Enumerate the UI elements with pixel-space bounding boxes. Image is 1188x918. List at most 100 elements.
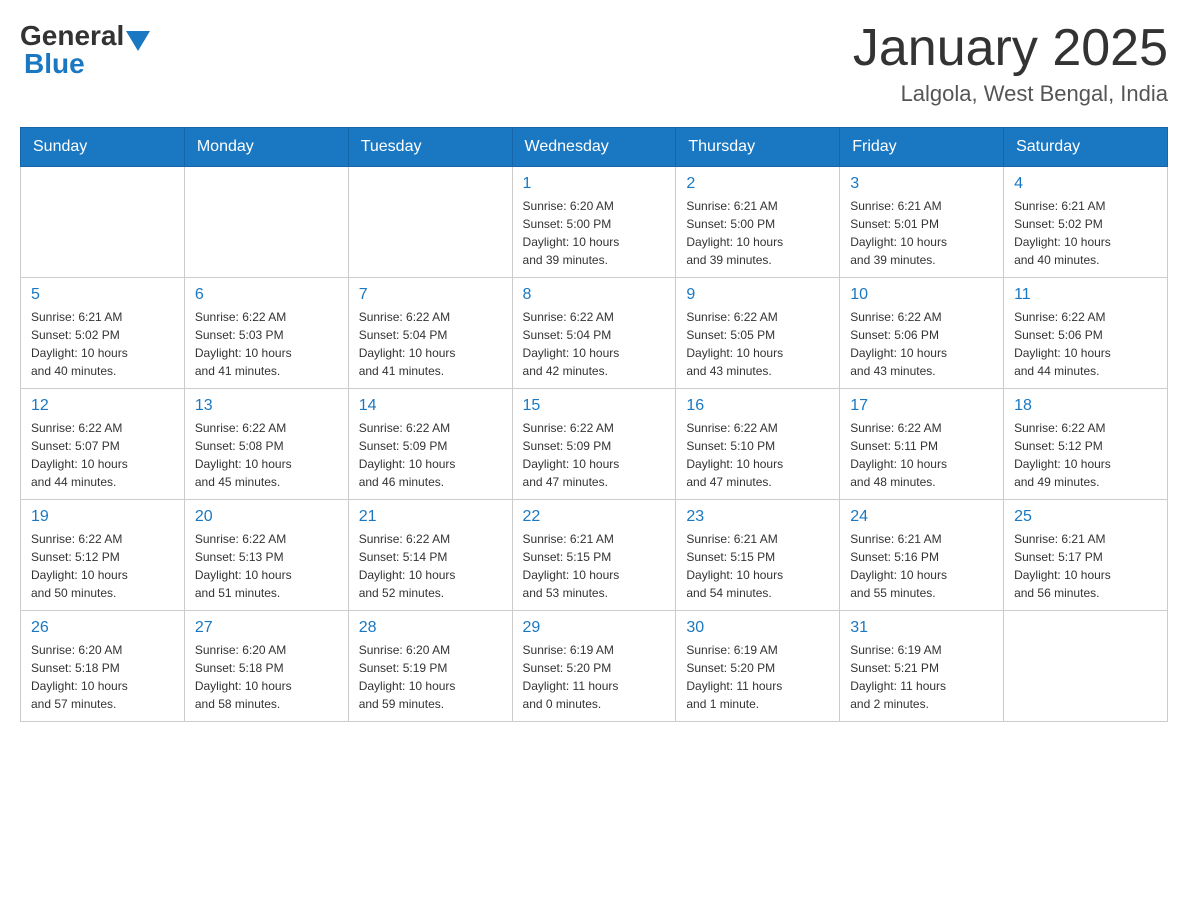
day-number: 23: [686, 508, 829, 526]
calendar-cell: 29Sunrise: 6:19 AMSunset: 5:20 PMDayligh…: [512, 611, 676, 722]
day-number: 10: [850, 286, 993, 304]
calendar-cell: 20 Sunrise: 6:22 AMSunset: 5:13 PMDayligh…: [184, 500, 348, 611]
day-info: Sunrise: 6:22 AMSunset: 5:07 PMDaylight:…: [31, 419, 174, 491]
day-number: 14: [359, 397, 502, 415]
calendar-cell: 4 Sunrise: 6:21 AMSunset: 5:02 PMDaylight…: [1004, 167, 1168, 278]
calendar-cell: 7 Sunrise: 6:22 AMSunset: 5:04 PMDaylight…: [348, 278, 512, 389]
calendar-cell: 26Sunrise: 6:20 AMSunset: 5:18 PMDayligh…: [21, 611, 185, 722]
day-info: Sunrise: 6:22 AMSunset: 5:12 PMDaylight:…: [31, 530, 174, 602]
calendar-cell: 21 Sunrise: 6:22 AMSunset: 5:14 PMDayligh…: [348, 500, 512, 611]
day-info: Sunrise: 6:22 AMSunset: 5:06 PMDaylight:…: [1014, 308, 1157, 380]
day-number: 1: [523, 175, 666, 193]
day-number: 13: [195, 397, 338, 415]
calendar-cell: [348, 167, 512, 278]
day-number: 21: [359, 508, 502, 526]
day-number: 31: [850, 619, 993, 637]
day-number: 26: [31, 619, 174, 637]
calendar-cell: 22 Sunrise: 6:21 AMSunset: 5:15 PMDayligh…: [512, 500, 676, 611]
calendar-cell: 6 Sunrise: 6:22 AMSunset: 5:03 PMDaylight…: [184, 278, 348, 389]
day-number: 24: [850, 508, 993, 526]
calendar-cell: 8 Sunrise: 6:22 AMSunset: 5:04 PMDaylight…: [512, 278, 676, 389]
calendar-cell: 25 Sunrise: 6:21 AMSunset: 5:17 PMDayligh…: [1004, 500, 1168, 611]
day-info: Sunrise: 6:22 AMSunset: 5:03 PMDaylight:…: [195, 308, 338, 380]
calendar-cell: 24 Sunrise: 6:21 AMSunset: 5:16 PMDayligh…: [840, 500, 1004, 611]
logo-blue-text: Blue: [24, 48, 85, 80]
calendar-table: SundayMondayTuesdayWednesdayThursdayFrid…: [20, 127, 1168, 722]
day-number: 9: [686, 286, 829, 304]
calendar-cell: 11 Sunrise: 6:22 AMSunset: 5:06 PMDayligh…: [1004, 278, 1168, 389]
calendar-cell: 17 Sunrise: 6:22 AMSunset: 5:11 PMDayligh…: [840, 389, 1004, 500]
day-number: 15: [523, 397, 666, 415]
month-title: January 2025: [853, 20, 1168, 77]
logo: General Blue: [20, 20, 150, 80]
calendar-cell: 28Sunrise: 6:20 AMSunset: 5:19 PMDayligh…: [348, 611, 512, 722]
day-number: 7: [359, 286, 502, 304]
week-row-5: 26Sunrise: 6:20 AMSunset: 5:18 PMDayligh…: [21, 611, 1168, 722]
calendar-cell: 10 Sunrise: 6:22 AMSunset: 5:06 PMDayligh…: [840, 278, 1004, 389]
header-cell-saturday: Saturday: [1004, 128, 1168, 167]
day-info: Sunrise: 6:22 AMSunset: 5:05 PMDaylight:…: [686, 308, 829, 380]
day-number: 11: [1014, 286, 1157, 304]
title-section: January 2025 Lalgola, West Bengal, India: [853, 20, 1168, 107]
day-number: 17: [850, 397, 993, 415]
logo-icon: [126, 31, 150, 51]
day-info: Sunrise: 6:19 AMSunset: 5:20 PMDaylight:…: [523, 641, 666, 713]
location-title: Lalgola, West Bengal, India: [853, 81, 1168, 107]
day-info: Sunrise: 6:22 AMSunset: 5:14 PMDaylight:…: [359, 530, 502, 602]
calendar-cell: 9 Sunrise: 6:22 AMSunset: 5:05 PMDaylight…: [676, 278, 840, 389]
day-number: 2: [686, 175, 829, 193]
day-info: Sunrise: 6:22 AMSunset: 5:10 PMDaylight:…: [686, 419, 829, 491]
calendar-cell: 23 Sunrise: 6:21 AMSunset: 5:15 PMDayligh…: [676, 500, 840, 611]
day-info: Sunrise: 6:21 AMSunset: 5:00 PMDaylight:…: [686, 197, 829, 269]
calendar-cell: [21, 167, 185, 278]
calendar-cell: [1004, 611, 1168, 722]
day-number: 20: [195, 508, 338, 526]
day-info: Sunrise: 6:22 AMSunset: 5:12 PMDaylight:…: [1014, 419, 1157, 491]
day-info: Sunrise: 6:21 AMSunset: 5:16 PMDaylight:…: [850, 530, 993, 602]
day-info: Sunrise: 6:22 AMSunset: 5:04 PMDaylight:…: [523, 308, 666, 380]
day-info: Sunrise: 6:22 AMSunset: 5:11 PMDaylight:…: [850, 419, 993, 491]
day-number: 27: [195, 619, 338, 637]
day-info: Sunrise: 6:21 AMSunset: 5:15 PMDaylight:…: [686, 530, 829, 602]
day-info: Sunrise: 6:22 AMSunset: 5:13 PMDaylight:…: [195, 530, 338, 602]
day-number: 16: [686, 397, 829, 415]
calendar-cell: 13 Sunrise: 6:22 AMSunset: 5:08 PMDayligh…: [184, 389, 348, 500]
day-number: 8: [523, 286, 666, 304]
day-info: Sunrise: 6:21 AMSunset: 5:17 PMDaylight:…: [1014, 530, 1157, 602]
day-number: 30: [686, 619, 829, 637]
day-info: Sunrise: 6:21 AMSunset: 5:02 PMDaylight:…: [1014, 197, 1157, 269]
calendar-cell: 14 Sunrise: 6:22 AMSunset: 5:09 PMDayligh…: [348, 389, 512, 500]
day-info: Sunrise: 6:22 AMSunset: 5:08 PMDaylight:…: [195, 419, 338, 491]
day-info: Sunrise: 6:21 AMSunset: 5:15 PMDaylight:…: [523, 530, 666, 602]
calendar-cell: 30Sunrise: 6:19 AMSunset: 5:20 PMDayligh…: [676, 611, 840, 722]
header-cell-tuesday: Tuesday: [348, 128, 512, 167]
day-number: 6: [195, 286, 338, 304]
header-row: SundayMondayTuesdayWednesdayThursdayFrid…: [21, 128, 1168, 167]
day-info: Sunrise: 6:20 AMSunset: 5:00 PMDaylight:…: [523, 197, 666, 269]
day-number: 28: [359, 619, 502, 637]
calendar-cell: 12 Sunrise: 6:22 AMSunset: 5:07 PMDayligh…: [21, 389, 185, 500]
day-info: Sunrise: 6:21 AMSunset: 5:02 PMDaylight:…: [31, 308, 174, 380]
day-number: 5: [31, 286, 174, 304]
calendar-cell: 15 Sunrise: 6:22 AMSunset: 5:09 PMDayligh…: [512, 389, 676, 500]
calendar-cell: 5 Sunrise: 6:21 AMSunset: 5:02 PMDaylight…: [21, 278, 185, 389]
header-cell-thursday: Thursday: [676, 128, 840, 167]
day-info: Sunrise: 6:22 AMSunset: 5:09 PMDaylight:…: [523, 419, 666, 491]
header-cell-friday: Friday: [840, 128, 1004, 167]
day-info: Sunrise: 6:22 AMSunset: 5:09 PMDaylight:…: [359, 419, 502, 491]
calendar-cell: 19Sunrise: 6:22 AMSunset: 5:12 PMDayligh…: [21, 500, 185, 611]
day-number: 3: [850, 175, 993, 193]
calendar-cell: 31Sunrise: 6:19 AMSunset: 5:21 PMDayligh…: [840, 611, 1004, 722]
day-number: 22: [523, 508, 666, 526]
calendar-cell: 2 Sunrise: 6:21 AMSunset: 5:00 PMDaylight…: [676, 167, 840, 278]
header-cell-monday: Monday: [184, 128, 348, 167]
week-row-3: 12 Sunrise: 6:22 AMSunset: 5:07 PMDayligh…: [21, 389, 1168, 500]
page-header: General Blue January 2025 Lalgola, West …: [20, 20, 1168, 107]
day-number: 25: [1014, 508, 1157, 526]
day-number: 12: [31, 397, 174, 415]
day-number: 4: [1014, 175, 1157, 193]
day-info: Sunrise: 6:22 AMSunset: 5:04 PMDaylight:…: [359, 308, 502, 380]
header-cell-wednesday: Wednesday: [512, 128, 676, 167]
day-info: Sunrise: 6:22 AMSunset: 5:06 PMDaylight:…: [850, 308, 993, 380]
day-number: 18: [1014, 397, 1157, 415]
